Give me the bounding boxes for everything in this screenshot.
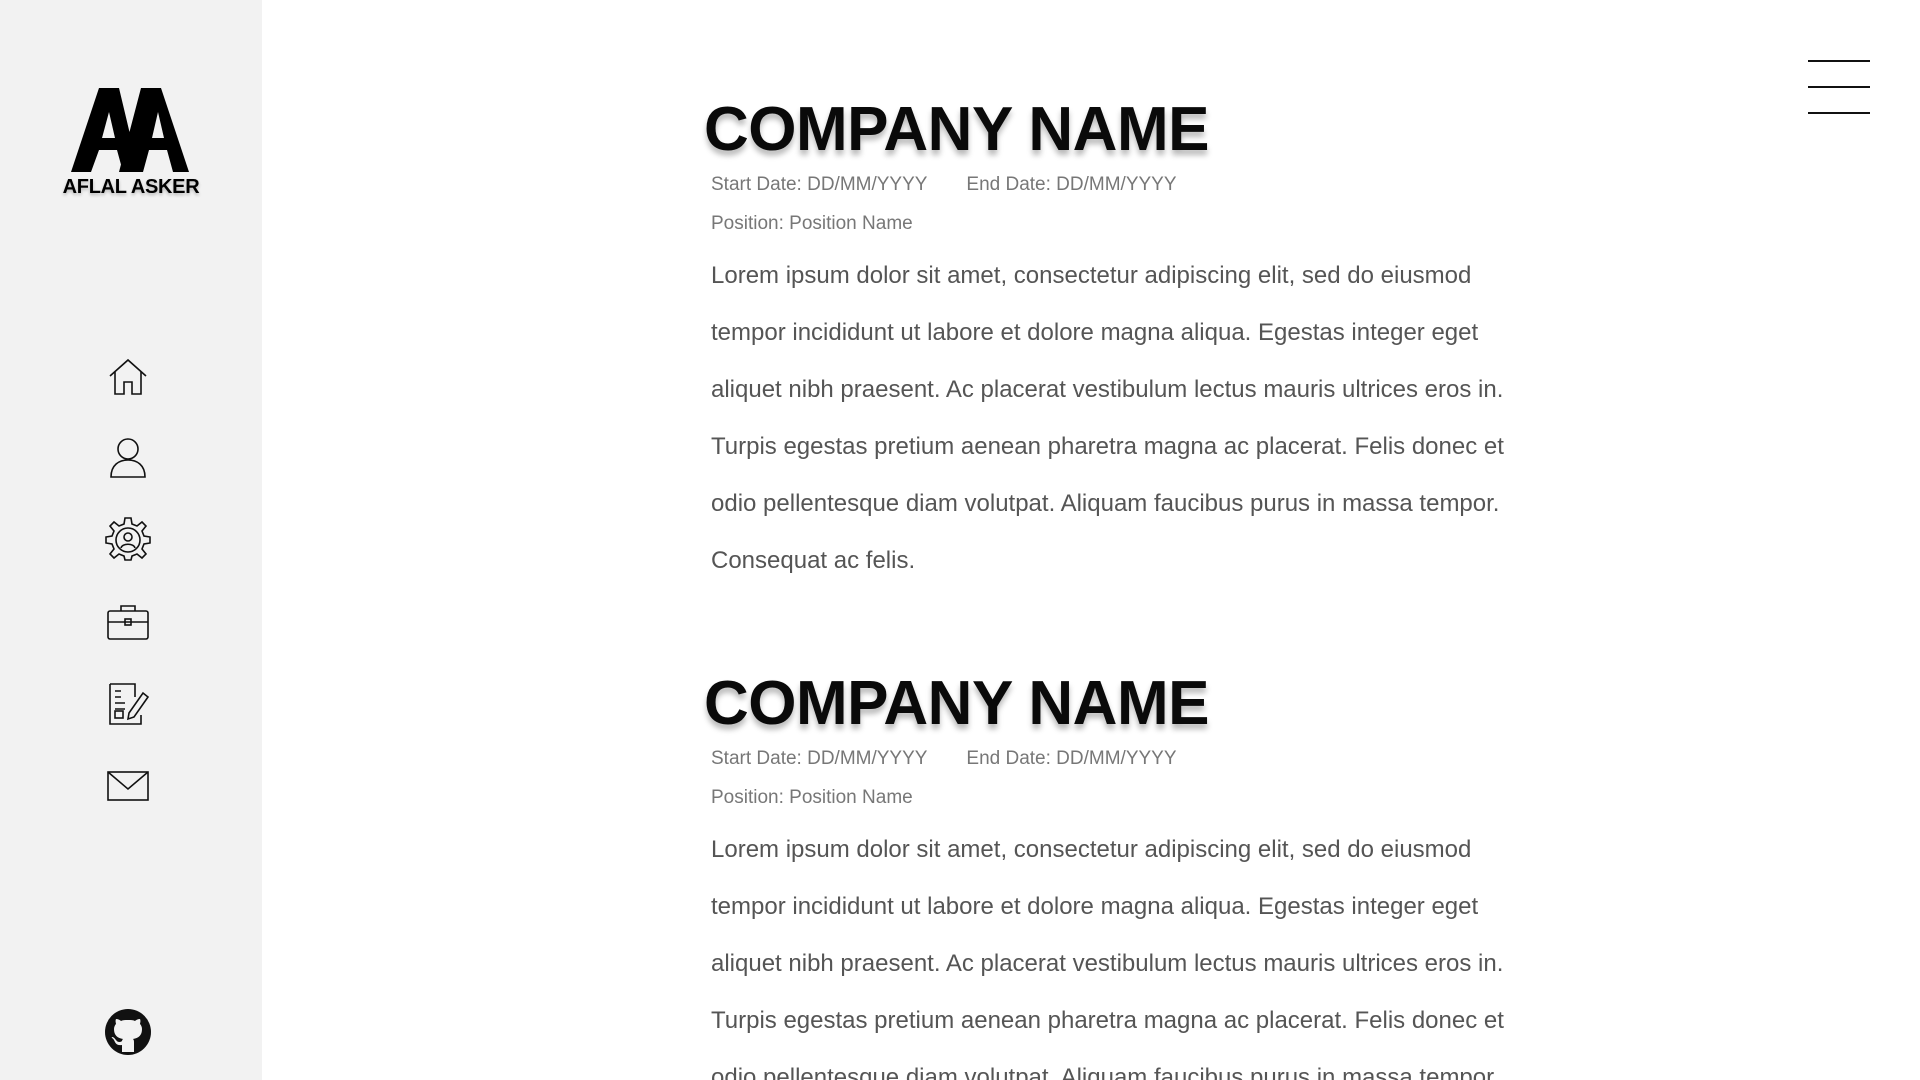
gear-icon [105, 517, 151, 561]
start-date: Start Date: DD/MM/YYYY [711, 748, 928, 769]
home-icon [109, 358, 147, 395]
position: Position: Position Name [711, 213, 913, 234]
description-line: Lorem ipsum dolor sit amet, consectetur … [711, 836, 1472, 863]
description: Lorem ipsum dolor sit amet, consectetur … [711, 247, 1600, 589]
experience-entry: COMPANY NAME Start Date: DD/MM/YYYY End … [700, 94, 1600, 589]
description-line: odio pellentesque diam volutpat. Aliquam… [711, 1064, 1500, 1080]
nav-item-home[interactable] [104, 352, 152, 400]
mail-icon [107, 771, 149, 801]
sidebar: AFLAL ASKER [0, 0, 262, 1080]
hamburger-menu-icon [1808, 60, 1870, 62]
nav-item-experience[interactable] [104, 598, 152, 646]
logo[interactable]: AFLAL ASKER [0, 86, 262, 199]
description-line: Consequat ac felis. [711, 547, 916, 574]
description-line: Turpis egestas pretium aenean pharetra m… [711, 433, 1504, 460]
description-line: aliquet nibh praesent. Ac placerat vesti… [711, 950, 1504, 977]
app-root: AFLAL ASKER COMPANY NAME Start Date: DD/… [0, 0, 1920, 1080]
github-icon [105, 1009, 151, 1055]
experience-content: COMPANY NAME Start Date: DD/MM/YYYY End … [700, 0, 1600, 1080]
document-edit-icon [109, 683, 150, 725]
hamburger-menu-button[interactable] [1808, 58, 1872, 116]
entry-dates: Start Date: DD/MM/YYYY End Date: DD/MM/Y… [711, 746, 1600, 772]
description-line: tempor incididunt ut labore et dolore ma… [711, 319, 1479, 346]
logo-monogram [71, 88, 189, 172]
nav-item-contact[interactable] [104, 762, 152, 810]
description: Lorem ipsum dolor sit amet, consectetur … [711, 821, 1600, 1080]
end-date: End Date: DD/MM/YYYY [966, 174, 1177, 195]
description-line: odio pellentesque diam volutpat. Aliquam… [711, 490, 1500, 517]
description-line: Lorem ipsum dolor sit amet, consectetur … [711, 262, 1472, 289]
briefcase-icon [107, 605, 149, 640]
user-icon [110, 438, 146, 478]
end-date: End Date: DD/MM/YYYY [966, 748, 1177, 769]
github-link[interactable] [104, 1008, 152, 1056]
brand-name: AFLAL ASKER [62, 176, 200, 198]
entry-dates: Start Date: DD/MM/YYYY End Date: DD/MM/Y… [711, 172, 1600, 198]
description-line: aliquet nibh praesent. Ac placerat vesti… [711, 376, 1504, 403]
position: Position: Position Name [711, 787, 913, 808]
nav-item-resume[interactable] [104, 680, 152, 728]
company-name: COMPANY NAME [704, 669, 1209, 738]
company-name: COMPANY NAME [704, 95, 1209, 164]
description-line: tempor incididunt ut labore et dolore ma… [711, 893, 1479, 920]
description-line: Turpis egestas pretium aenean pharetra m… [711, 1007, 1504, 1034]
experience-entry: COMPANY NAME Start Date: DD/MM/YYYY End … [700, 668, 1600, 1080]
nav-item-about[interactable] [104, 434, 152, 482]
start-date: Start Date: DD/MM/YYYY [711, 174, 928, 195]
nav-item-skills[interactable] [104, 516, 152, 564]
